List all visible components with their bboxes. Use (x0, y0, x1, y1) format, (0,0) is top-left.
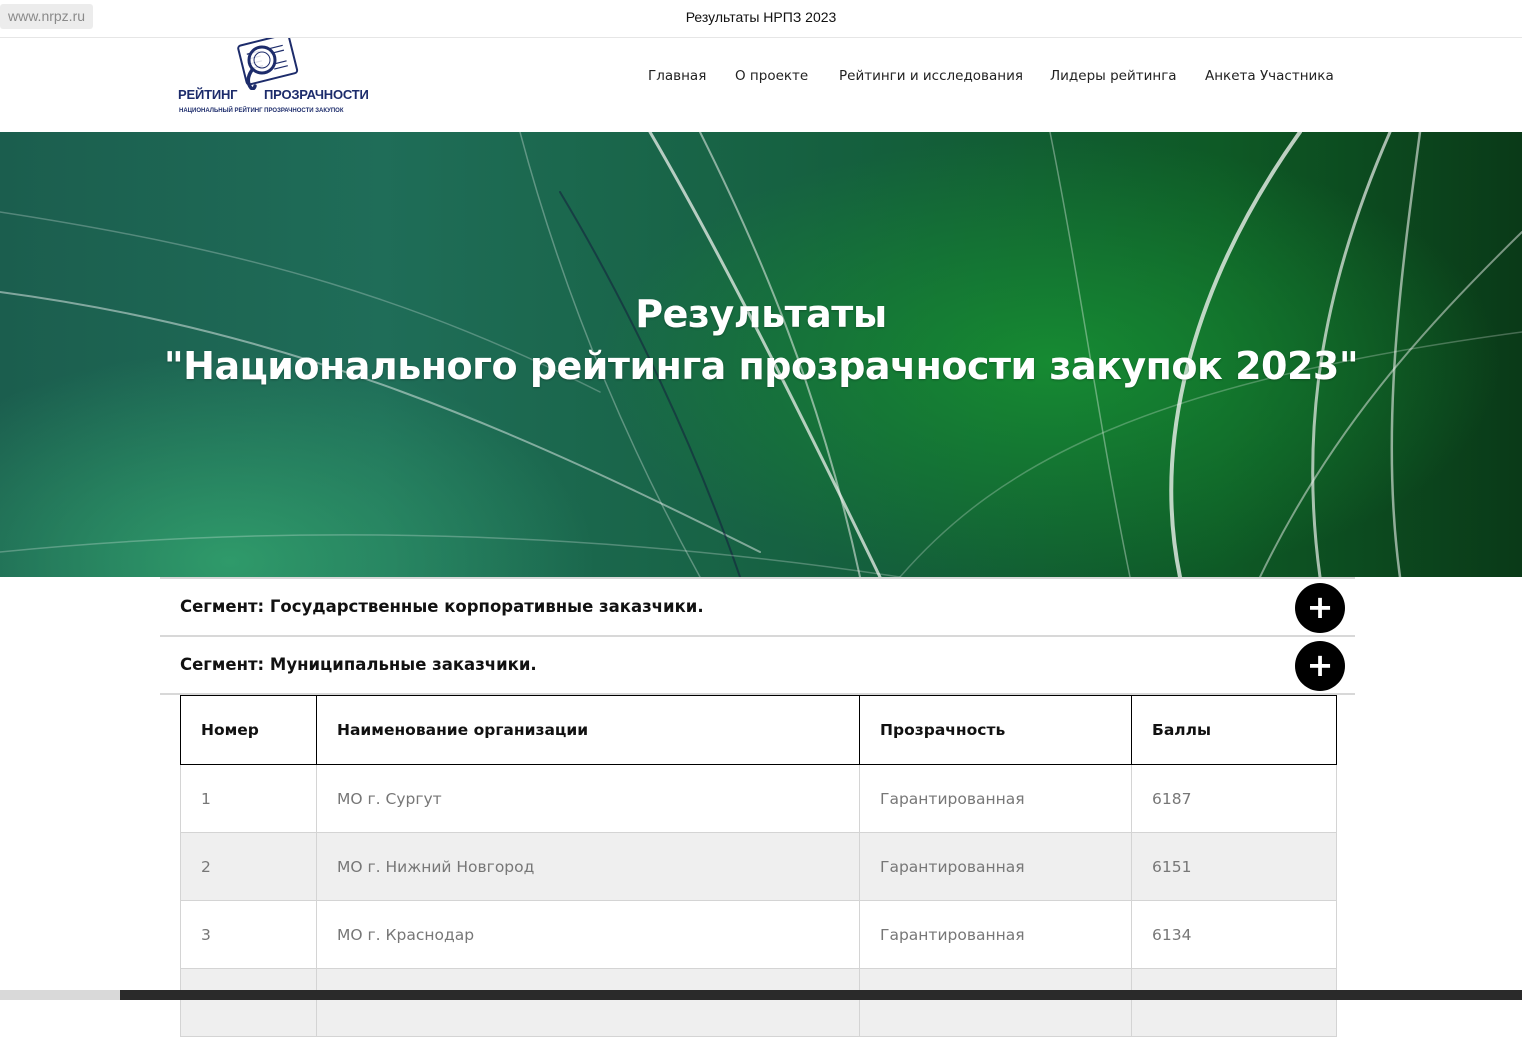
taskbar-start-area[interactable] (0, 990, 120, 1000)
cell-transparency: Гарантированная (859, 832, 1132, 901)
column-header-number: Номер (180, 695, 317, 765)
results-table: Номер Наименование организации Прозрачно… (180, 695, 1337, 1037)
cell-number: 1 (180, 764, 317, 833)
column-header-transparency: Прозрачность (859, 695, 1132, 765)
cell-transparency: Гарантированная (859, 764, 1132, 833)
table-header-row: Номер Наименование организации Прозрачно… (180, 695, 1337, 765)
table-row-partial (180, 968, 1337, 1037)
logo-subtitle: НАЦИОНАЛЬНЫЙ РЕЙТИНГ ПРОЗРАЧНОСТИ ЗАКУПО… (179, 108, 344, 114)
os-taskbar (0, 990, 1522, 1000)
cell-transparency: Гарантированная (859, 900, 1132, 969)
cell-transparency (859, 968, 1132, 1037)
hero-title-line-2: "Национального рейтинга прозрачности зак… (163, 344, 1359, 388)
accordion-item-state-corporate[interactable]: Сегмент: Государственные корпоративные з… (160, 577, 1355, 635)
logo-wordmark: РЕЙТИНГ ПРОЗРАЧНОСТИ (178, 87, 383, 102)
results-table-container: Номер Наименование организации Прозрачно… (180, 695, 1337, 1037)
nav-item-ratings[interactable]: Рейтинги и исследования (839, 68, 1023, 84)
cell-number: 2 (180, 832, 317, 901)
accordion-item-municipal[interactable]: Сегмент: Муниципальные заказчики. + (160, 635, 1355, 695)
cell-number: 3 (180, 900, 317, 969)
cell-organization: МО г. Нижний Новгород (316, 832, 860, 901)
cell-score: 6151 (1131, 832, 1337, 901)
accordion-item-label: Сегмент: Муниципальные заказчики. (180, 655, 537, 674)
table-row: 3 МО г. Краснодар Гарантированная 6134 (180, 900, 1337, 969)
cell-organization: МО г. Сургут (316, 764, 860, 833)
nav-item-about[interactable]: О проекте (735, 68, 808, 84)
plus-icon[interactable]: + (1295, 583, 1345, 633)
cell-organization: МО г. Краснодар (316, 900, 860, 969)
cell-score: 6187 (1131, 764, 1337, 833)
accordion-item-label: Сегмент: Государственные корпоративные з… (180, 597, 704, 616)
nav-item-participant-form[interactable]: Анкета Участника (1205, 68, 1334, 84)
browser-top-bar: www.nrpz.ru Результаты НРПЗ 2023 (0, 0, 1522, 38)
table-row: 2 МО г. Нижний Новгород Гарантированная … (180, 832, 1337, 901)
table-row: 1 МО г. Сургут Гарантированная 6187 (180, 764, 1337, 833)
nav-item-home[interactable]: Главная (648, 68, 706, 84)
hero-title-line-1: Результаты (635, 292, 887, 336)
cell-score (1131, 968, 1337, 1037)
main-nav: Главная О проекте Рейтинги и исследовани… (0, 68, 1522, 88)
cell-score: 6134 (1131, 900, 1337, 969)
cell-number (180, 968, 317, 1037)
site-header: РЕЙТИНГ ПРОЗРАЧНОСТИ НАЦИОНАЛЬНЫЙ РЕЙТИН… (0, 38, 1522, 132)
column-header-organization: Наименование организации (316, 695, 860, 765)
segment-accordion: Сегмент: Государственные корпоративные з… (160, 577, 1355, 695)
hero-banner: Результаты "Национального рейтинга прозр… (0, 132, 1522, 577)
page-tab-title: Результаты НРПЗ 2023 (685, 9, 837, 25)
logo-word-2: ПРОЗРАЧНОСТИ (264, 87, 369, 102)
plus-icon[interactable]: + (1295, 641, 1345, 691)
logo-word-1: РЕЙТИНГ (178, 87, 238, 102)
cell-organization (316, 968, 860, 1037)
column-header-score: Баллы (1131, 695, 1337, 765)
nav-item-leaders[interactable]: Лидеры рейтинга (1050, 68, 1177, 84)
